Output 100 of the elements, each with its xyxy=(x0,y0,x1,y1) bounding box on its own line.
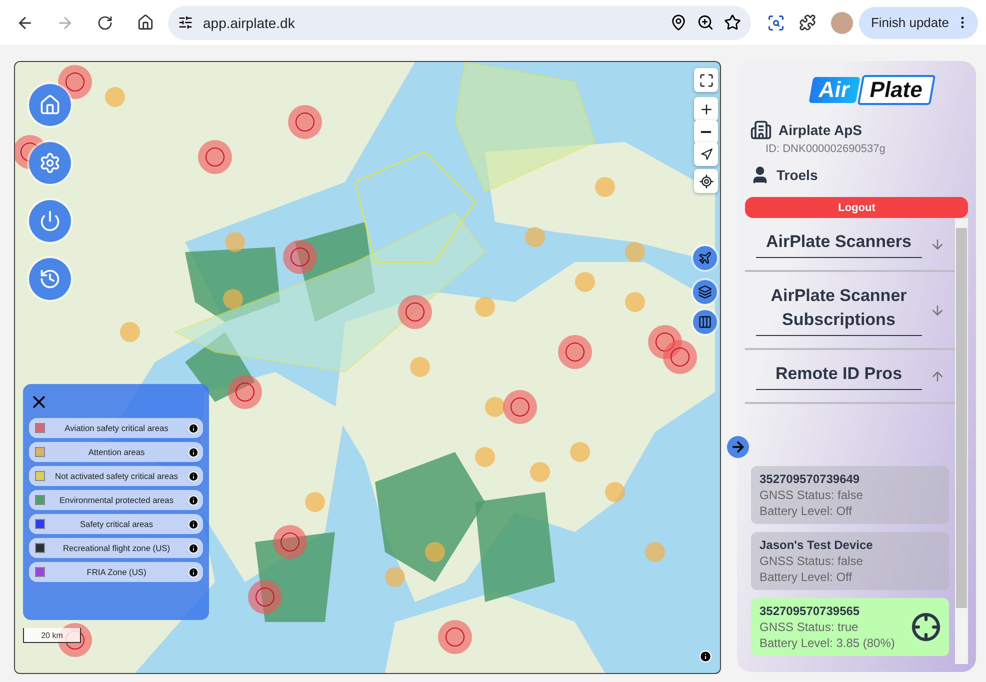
minus-icon xyxy=(701,131,711,133)
device-card[interactable]: 352709570739565 GNSS Status: true Battery Level: 3.85 (80%) xyxy=(751,598,949,656)
airspace-zone[interactable] xyxy=(174,211,486,373)
site-info-icon[interactable] xyxy=(178,15,193,30)
airspace-outline[interactable] xyxy=(354,151,476,263)
protected-area[interactable] xyxy=(475,492,555,602)
arrow-button[interactable] xyxy=(727,436,750,458)
plane-icon xyxy=(698,251,712,265)
protected-area[interactable] xyxy=(185,247,280,322)
restricted-zone-marker[interactable] xyxy=(198,140,232,174)
profile-avatar[interactable] xyxy=(830,12,853,34)
locate-icon xyxy=(698,174,714,188)
url-text: app.airplate.dk xyxy=(203,14,296,30)
battery-level: Battery Level: 3.85 (80%) xyxy=(759,636,896,650)
attention-area-marker[interactable] xyxy=(475,297,495,317)
map[interactable]: Aviation safety critical areas Attention areas Not activated safety critical areas Environmental protected areas Safety critical areas Recreational flight zone (US) FRIA Zone (US) 20 km xyxy=(14,61,722,674)
info-icon[interactable] xyxy=(188,566,199,578)
gnss-status: GNSS Status: false xyxy=(759,554,864,568)
section-header[interactable]: AirPlate Scanner Subscriptions xyxy=(756,284,922,336)
battery-level: Battery Level: Off xyxy=(759,570,853,584)
legend-label: Not activated safety critical areas xyxy=(54,471,179,481)
restricted-zone-marker[interactable] xyxy=(58,65,92,99)
device-card[interactable]: Jason's Test Device GNSS Status: false Battery Level: Off xyxy=(751,532,949,590)
battery-level: Battery Level: Off xyxy=(759,504,853,518)
attention-area-marker[interactable] xyxy=(305,492,325,512)
restricted-zone-marker[interactable] xyxy=(648,325,682,359)
scrollbar-thumb[interactable] xyxy=(956,228,967,608)
protected-area[interactable] xyxy=(375,452,485,582)
company-name: Airplate ApS xyxy=(778,122,862,138)
compass-button[interactable] xyxy=(694,142,718,166)
fullscreen-button[interactable] xyxy=(694,68,718,92)
locate-button[interactable] xyxy=(694,169,718,193)
finish-update-button[interactable]: Finish update xyxy=(858,6,978,38)
attention-area-marker[interactable] xyxy=(385,567,405,587)
device-card[interactable]: 352709570739649 GNSS Status: false Battery Level: Off xyxy=(751,466,949,524)
compass-icon xyxy=(700,148,712,160)
protected-area[interactable] xyxy=(185,332,255,402)
location-icon[interactable] xyxy=(670,14,687,31)
attention-area-marker[interactable] xyxy=(605,482,625,502)
restricted-zone-marker[interactable] xyxy=(288,105,322,139)
legend-label: Safety critical areas xyxy=(78,519,154,529)
attention-area-marker[interactable] xyxy=(575,272,595,292)
attention-area-marker[interactable] xyxy=(625,242,645,262)
attention-area-marker[interactable] xyxy=(525,227,545,247)
legend-label: Environmental protected areas xyxy=(58,495,175,505)
arrow-down-icon[interactable] xyxy=(930,302,945,318)
restricted-zone-marker[interactable] xyxy=(558,335,592,369)
attention-area-marker[interactable] xyxy=(223,289,243,309)
protected-area[interactable] xyxy=(255,532,335,622)
zoom-out-button[interactable] xyxy=(694,120,718,144)
gnss-status: GNSS Status: true xyxy=(759,620,860,634)
restricted-zone-marker[interactable] xyxy=(248,580,282,614)
plus-icon xyxy=(698,102,714,116)
legend-label: Recreational flight zone (US) xyxy=(62,543,172,553)
layers-icon xyxy=(698,285,712,299)
history-icon xyxy=(39,268,61,290)
zoom-in-button[interactable] xyxy=(694,97,718,121)
info-icon[interactable] xyxy=(188,542,199,554)
attention-area-marker[interactable] xyxy=(645,542,665,562)
info-icon[interactable] xyxy=(699,650,712,663)
attention-area-marker[interactable] xyxy=(475,447,495,467)
info-icon[interactable] xyxy=(188,422,199,434)
info-icon[interactable] xyxy=(188,446,199,458)
attention-area-marker[interactable] xyxy=(105,87,125,107)
lens-icon[interactable] xyxy=(766,14,785,32)
fullscreen-icon xyxy=(698,72,714,88)
info-icon[interactable] xyxy=(188,518,199,530)
attention-area-marker[interactable] xyxy=(425,542,445,562)
legend-label: FRIA Zone (US) xyxy=(86,567,148,577)
restricted-zone-marker[interactable] xyxy=(663,340,697,374)
restricted-zone-marker[interactable] xyxy=(228,375,262,409)
attention-area-marker[interactable] xyxy=(120,322,140,342)
layers-button[interactable] xyxy=(693,280,717,304)
restricted-zone-marker[interactable] xyxy=(503,390,537,424)
restricted-zone-marker[interactable] xyxy=(273,525,307,559)
section-header[interactable]: AirPlate Scanners xyxy=(756,230,922,258)
restricted-zone-marker[interactable] xyxy=(438,620,472,654)
restricted-zone-marker[interactable] xyxy=(283,240,317,274)
attention-area-marker[interactable] xyxy=(530,462,550,482)
section-header[interactable]: Remote ID Pros xyxy=(756,362,922,390)
zoom-icon[interactable] xyxy=(696,14,714,31)
info-icon[interactable] xyxy=(188,470,199,482)
crosshair-icon[interactable] xyxy=(911,612,941,642)
device-name: 352709570739649 xyxy=(759,472,861,486)
attention-area-marker[interactable] xyxy=(410,357,430,377)
logout-button[interactable]: Logout xyxy=(745,197,968,218)
info-icon[interactable] xyxy=(188,494,199,506)
bookmark-star-icon[interactable] xyxy=(724,14,741,31)
attention-area-marker[interactable] xyxy=(595,177,615,197)
protected-area[interactable] xyxy=(295,222,375,322)
arrow-down-icon[interactable] xyxy=(930,236,945,252)
scale-bar: 20 km xyxy=(23,628,81,643)
plane-button[interactable] xyxy=(693,246,717,270)
scrollbar[interactable] xyxy=(955,218,968,664)
address-bar[interactable]: app.airplate.dk xyxy=(168,6,751,40)
attention-area-marker[interactable] xyxy=(225,232,245,252)
attention-area-marker[interactable] xyxy=(485,397,505,417)
attention-area-marker[interactable] xyxy=(570,442,590,462)
restricted-zone-marker[interactable] xyxy=(398,295,432,329)
attention-area-marker[interactable] xyxy=(625,292,645,312)
